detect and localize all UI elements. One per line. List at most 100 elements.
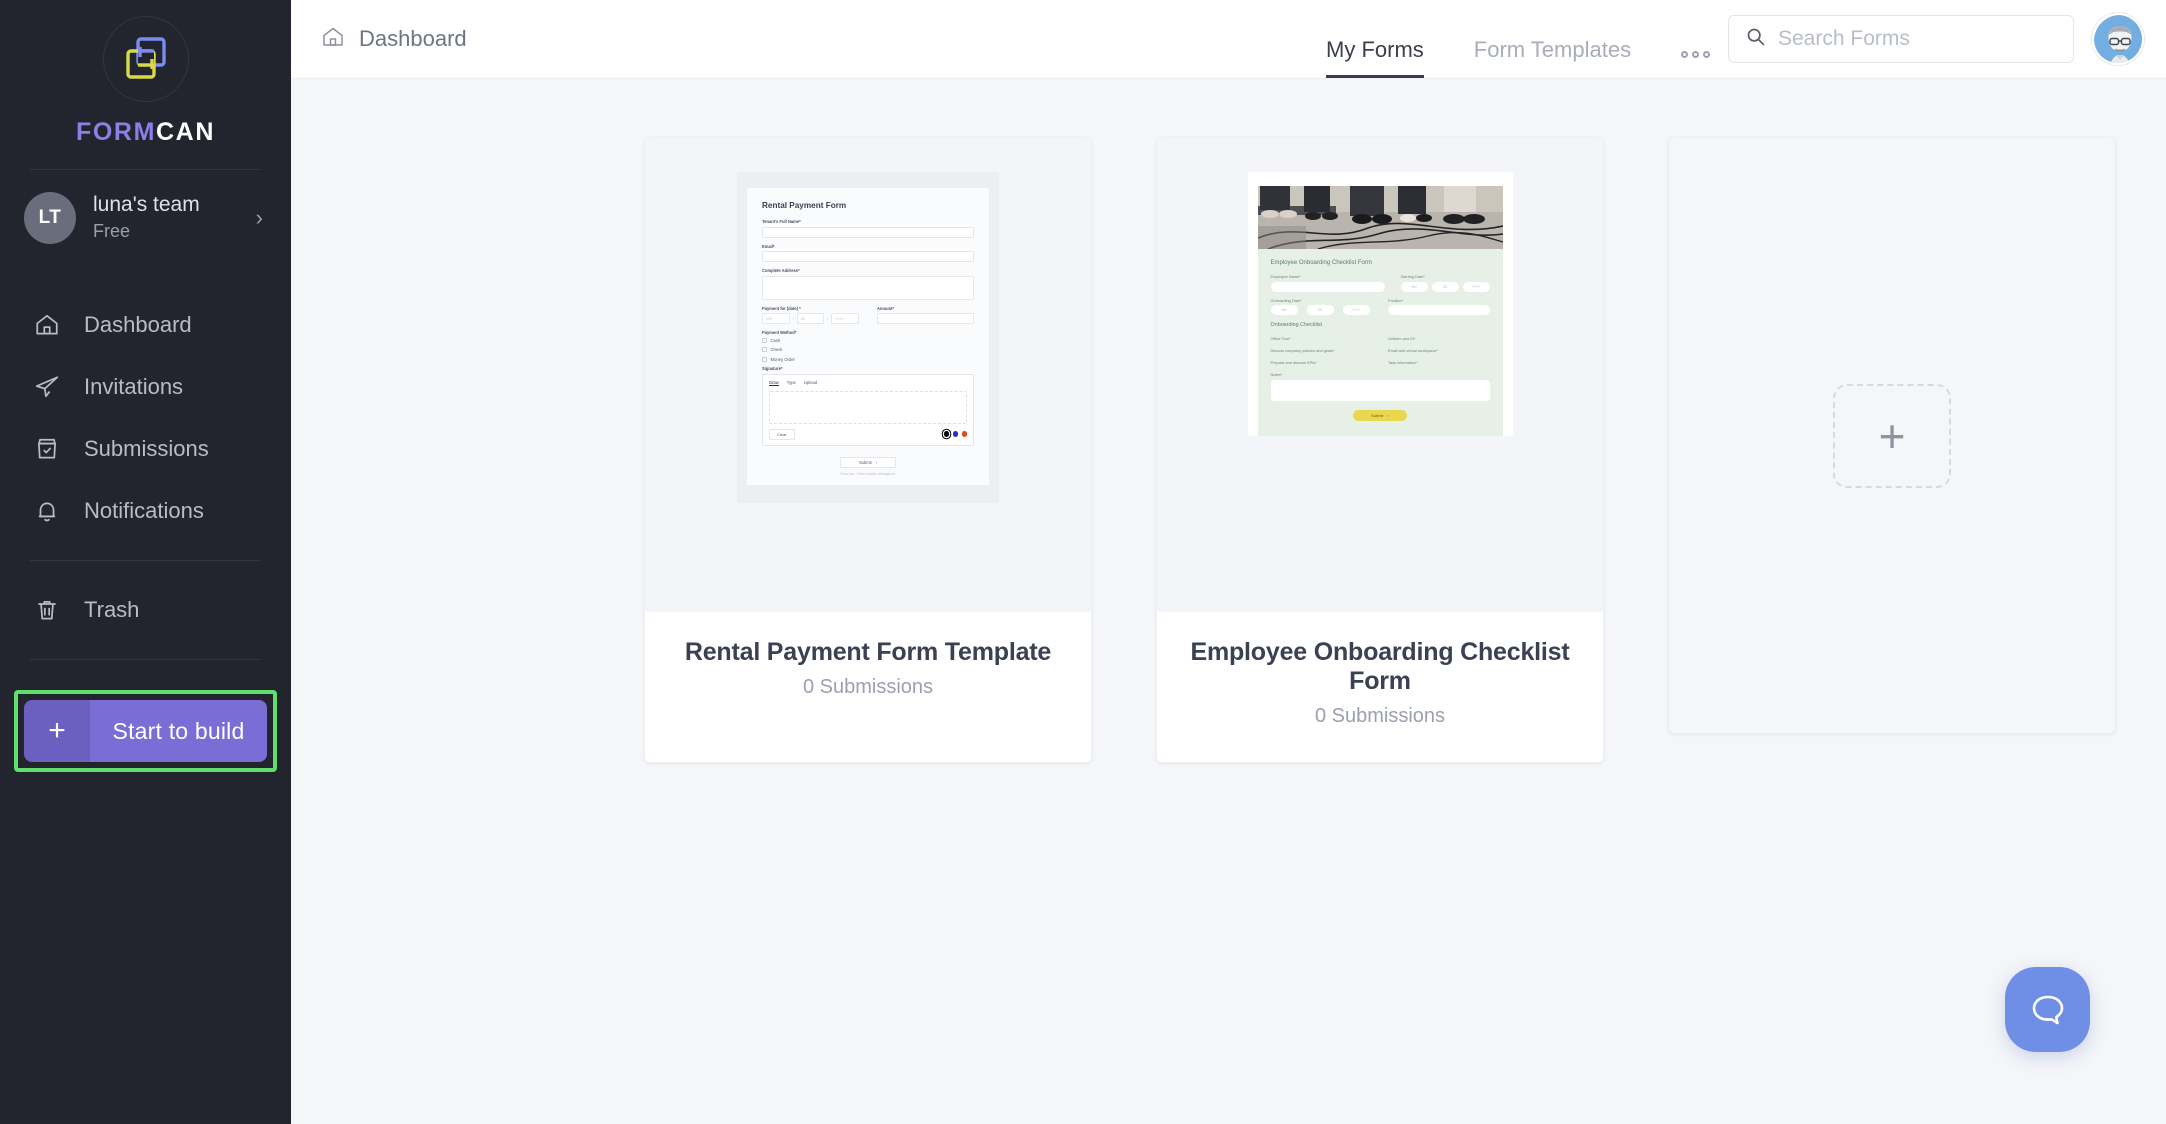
form-card-footer: Employee Onboarding Checklist Form 0 Sub…	[1157, 612, 1603, 762]
tab-bar: My Forms Form Templates	[1326, 0, 1711, 78]
user-avatar[interactable]	[2092, 13, 2144, 65]
pen-color-blue	[952, 431, 958, 437]
preview-onboarding-col: Onboarding Date* MM / DD / YYYY	[1270, 297, 1373, 315]
sidebar-item-trash[interactable]: Trash	[0, 579, 291, 641]
preview-date-label: Payment for (date) *	[762, 305, 801, 311]
preview-row: Onboarding Date* MM / DD / YYYY Position…	[1270, 297, 1490, 315]
chevron-right-icon: ›	[255, 205, 263, 230]
preview-checklist-row: Discuss company policies and goals* Emai…	[1271, 348, 1490, 353]
preview-method-label: Payment Method*	[762, 330, 797, 335]
preview-field-label: Employee Name*	[1270, 274, 1301, 279]
preview-checklist-item: Prepare and discuss KPIs*	[1270, 360, 1317, 365]
search-box[interactable]	[1728, 15, 2074, 63]
preview-textarea	[762, 275, 974, 300]
preview-checkbox-label: Cash	[770, 337, 781, 343]
checkbox-icon	[762, 356, 767, 362]
search-icon	[1745, 26, 1766, 52]
sidebar-item-notifications[interactable]: Notifications	[0, 480, 291, 542]
start-to-build-button[interactable]: + Start to build	[24, 700, 267, 762]
preview-checklist-item: Email and virtual workspace*	[1388, 348, 1438, 353]
preview-field-label: Tenant's Full Name*	[762, 219, 801, 224]
form-card-footer: Rental Payment Form Template 0 Submissio…	[645, 612, 1091, 733]
preview-date-group: MM DD YYYY	[1400, 281, 1490, 292]
preview-field-label: Complete Address*	[762, 268, 800, 273]
preview-checklist-item: Uniform and ID*	[1388, 336, 1416, 341]
app-root: FORMCAN LT luna's team Free › Dashboard	[0, 0, 2166, 1124]
create-new-form-card[interactable]: +	[1668, 137, 2116, 734]
paper-plane-icon	[32, 372, 62, 402]
formcan-logo	[102, 16, 189, 102]
sidebar-nav: Dashboard Invitations Submissions Notifi…	[0, 266, 291, 641]
pen-color-red	[961, 431, 967, 437]
signature-clear-button: Clear	[769, 428, 795, 440]
preview-textarea	[1270, 379, 1490, 401]
preview-field-label: Position*	[1388, 297, 1404, 303]
brand-word-form: FORM	[76, 118, 157, 146]
sidebar-item-label: Invitations	[84, 374, 184, 399]
home-icon	[32, 310, 62, 340]
preview-submit-button: Submit ›	[1353, 409, 1407, 421]
preview-input	[877, 313, 974, 324]
sidebar: FORMCAN LT luna's team Free › Dashboard	[0, 0, 291, 1124]
preview-submit-label: Submit	[858, 459, 872, 465]
preview-field-label: Onboarding Date*	[1270, 297, 1302, 303]
rental-preview-paper: Rental Payment Form Tenant's Full Name* …	[747, 188, 989, 485]
form-preview: Rental Payment Form Tenant's Full Name* …	[645, 138, 1091, 612]
preview-form-body: Employee Onboarding Checklist Form Emplo…	[1257, 249, 1503, 436]
preview-date-dd: DD	[1306, 305, 1334, 315]
home-icon	[321, 25, 345, 54]
signature-tab-upload: Upload	[803, 379, 818, 385]
breadcrumb-label: Dashboard	[359, 26, 467, 51]
brand-wordmark: FORMCAN	[76, 118, 215, 147]
preview-input	[762, 251, 974, 262]
date-separator: /	[1337, 308, 1339, 312]
date-separator: /	[827, 316, 829, 321]
preview-date-yyyy: YYYY	[1462, 281, 1490, 292]
form-card-rental[interactable]: Rental Payment Form Tenant's Full Name* …	[644, 137, 1092, 763]
checkbox-icon	[762, 347, 767, 352]
tab-form-templates[interactable]: Form Templates	[1474, 37, 1631, 78]
preview-date-mm: MM	[1270, 305, 1298, 315]
sidebar-item-invitations[interactable]: Invitations	[0, 356, 291, 418]
tab-my-forms[interactable]: My Forms	[1326, 37, 1424, 78]
preview-position-col: Position*	[1388, 297, 1490, 315]
preview-signature-label: Signature*	[762, 366, 783, 371]
preview-date-yyyy: YYYY	[1342, 305, 1370, 315]
sidebar-item-label: Notifications	[84, 498, 204, 523]
team-avatar: LT	[24, 192, 76, 244]
preview-input	[1270, 281, 1385, 292]
form-card-onboarding[interactable]: Employee Onboarding Checklist Form Emplo…	[1156, 137, 1604, 763]
preview-date-dd: DD	[796, 313, 825, 324]
preview-checkbox-label: Money Order	[770, 356, 795, 362]
office-people-photo	[1257, 186, 1503, 249]
preview-submit-button: Submit ›	[840, 456, 896, 468]
sidebar-item-dashboard[interactable]: Dashboard	[0, 294, 291, 356]
form-card-title: Employee Onboarding Checklist Form	[1190, 638, 1570, 695]
preview-signature-widget: Draw Type Upload Clear	[762, 373, 974, 446]
sidebar-item-submissions[interactable]: Submissions	[0, 418, 291, 480]
preview-starting-col: Starting Date* MM DD YYYY	[1400, 274, 1490, 292]
preview-checklist-item: Discuss company policies and goals*	[1270, 348, 1335, 353]
pen-color-swatches	[943, 431, 967, 437]
preview-checkbox: Cash	[762, 337, 974, 343]
signature-tab-draw: Draw	[769, 379, 779, 386]
preview-checklist-item: Office Tour*	[1270, 336, 1291, 341]
onboarding-form-thumbnail: Employee Onboarding Checklist Form Emplo…	[1247, 172, 1513, 436]
signature-footer: Clear	[769, 428, 967, 440]
topbar-right	[1728, 13, 2166, 65]
preview-input	[1388, 305, 1490, 315]
preview-footer-text: FormCan - Form builder, reimagined.	[840, 471, 896, 476]
add-form-dropzone[interactable]: +	[1833, 383, 1951, 488]
preview-heading: Rental Payment Form	[762, 201, 847, 210]
team-switcher[interactable]: LT luna's team Free ›	[0, 170, 291, 266]
preview-date-dd: DD	[1431, 281, 1459, 292]
search-input[interactable]	[1778, 27, 2057, 51]
trash-icon	[32, 595, 62, 625]
preview-date-group: MM / DD / YYYY	[1270, 305, 1373, 315]
breadcrumb[interactable]: Dashboard	[291, 25, 467, 54]
chat-support-button[interactable]	[2005, 967, 2090, 1052]
three-dots-icon[interactable]	[1681, 51, 1711, 78]
preview-field-label: Starting Date*	[1400, 274, 1425, 279]
main-area: Dashboard My Forms Form Templates Search…	[291, 0, 2166, 1124]
form-card-title: Rental Payment Form Template	[684, 638, 1052, 666]
